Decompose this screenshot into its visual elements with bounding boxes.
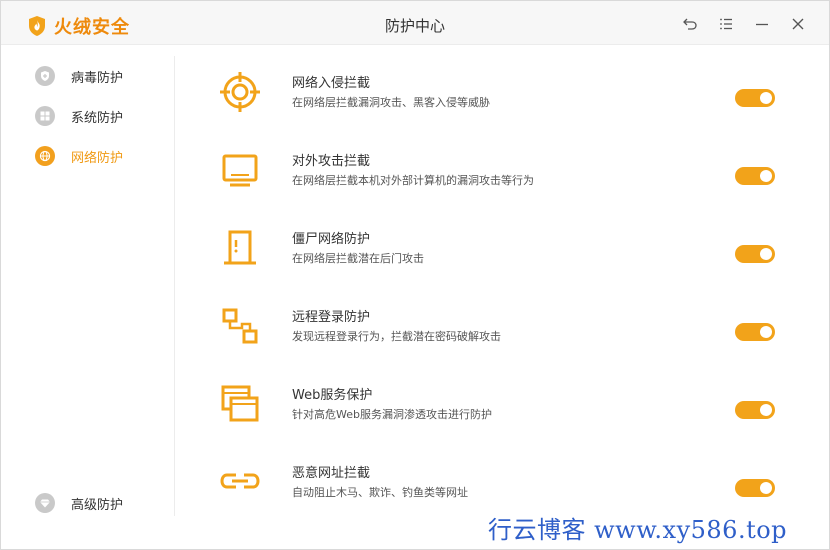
protection-row-botnet: 僵尸网络防护 在网络层拦截潜在后门攻击 [217, 225, 787, 285]
row-title: 对外攻击拦截 [292, 154, 371, 169]
sidebar-nav: 病毒防护 系统防护 网络防护 高级防护 [19, 56, 175, 516]
minimize-button[interactable] [753, 15, 771, 33]
sidebar-item-label: 网络防护 [71, 150, 124, 166]
target-icon [217, 69, 263, 115]
sidebar-item-virus-protection[interactable]: 病毒防护 [35, 66, 123, 86]
back-icon [683, 18, 697, 30]
protection-row-web-service: Web服务保护 针对高危Web服务漏洞渗透攻击进行防护 [217, 381, 787, 441]
row-title: 恶意网址拦截 [292, 466, 371, 481]
malicious-url-toggle[interactable] [735, 479, 775, 497]
row-description: 发现远程登录行为，拦截潜在密码破解攻击 [292, 330, 501, 343]
row-description: 针对高危Web服务漏洞渗透攻击进行防护 [292, 408, 492, 421]
monitor-icon [217, 147, 263, 193]
remote-connection-icon [217, 303, 263, 349]
minimize-icon [756, 23, 768, 26]
close-button[interactable] [789, 15, 807, 33]
globe-icon [35, 146, 55, 166]
title-bar: 火绒安全 防护中心 [1, 1, 829, 45]
menu-button[interactable] [717, 15, 735, 33]
toggle-knob [760, 248, 772, 260]
browser-windows-icon [217, 381, 263, 427]
toggle-knob [760, 92, 772, 104]
close-icon [792, 18, 804, 30]
row-title: 远程登录防护 [292, 310, 371, 325]
protection-row-remote-login: 远程登录防护 发现远程登录行为，拦截潜在密码破解攻击 [217, 303, 787, 363]
sidebar-item-label: 高级防护 [71, 497, 124, 513]
remote-login-toggle[interactable] [735, 323, 775, 341]
virus-shield-icon [35, 66, 55, 86]
toggle-knob [760, 404, 772, 416]
intrusion-toggle[interactable] [735, 89, 775, 107]
row-title: 僵尸网络防护 [292, 232, 371, 247]
row-description: 在网络层拦截漏洞攻击、黑客入侵等威胁 [292, 96, 490, 109]
back-button[interactable] [681, 15, 699, 33]
sidebar-item-advanced-protection[interactable]: 高级防护 [35, 493, 123, 513]
row-description: 在网络层拦截本机对外部计算机的漏洞攻击等行为 [292, 174, 534, 187]
row-description: 自动阻止木马、欺诈、钓鱼类等网址 [292, 486, 468, 499]
diamond-icon [35, 493, 55, 513]
link-icon [217, 459, 263, 505]
row-title: Web服务保护 [292, 388, 373, 403]
toggle-knob [760, 482, 772, 494]
sidebar-item-label: 系统防护 [71, 110, 124, 126]
row-description: 在网络层拦截潜在后门攻击 [292, 252, 424, 265]
protection-row-intrusion: 网络入侵拦截 在网络层拦截漏洞攻击、黑客入侵等威胁 [217, 69, 787, 129]
window-title: 防护中心 [384, 17, 445, 35]
blog-watermark: 行云博客 www.xy586.top [488, 516, 788, 544]
toggle-knob [760, 170, 772, 182]
door-icon [217, 225, 263, 271]
row-title: 网络入侵拦截 [292, 76, 371, 91]
sidebar-item-system-protection[interactable]: 系统防护 [35, 106, 123, 126]
web-service-toggle[interactable] [735, 401, 775, 419]
sidebar-item-network-protection[interactable]: 网络防护 [35, 146, 123, 166]
outbound-attack-toggle[interactable] [735, 167, 775, 185]
botnet-toggle[interactable] [735, 245, 775, 263]
app-window: 火绒安全 防护中心 病毒防护 系统防护 网络防护 高级防护 网络入侵拦截 在网络… [0, 0, 830, 550]
menu-icon [720, 18, 732, 30]
windows-icon [35, 106, 55, 126]
protection-row-outbound-attack: 对外攻击拦截 在网络层拦截本机对外部计算机的漏洞攻击等行为 [217, 147, 787, 207]
sidebar-item-label: 病毒防护 [71, 70, 124, 86]
toggle-knob [760, 326, 772, 338]
